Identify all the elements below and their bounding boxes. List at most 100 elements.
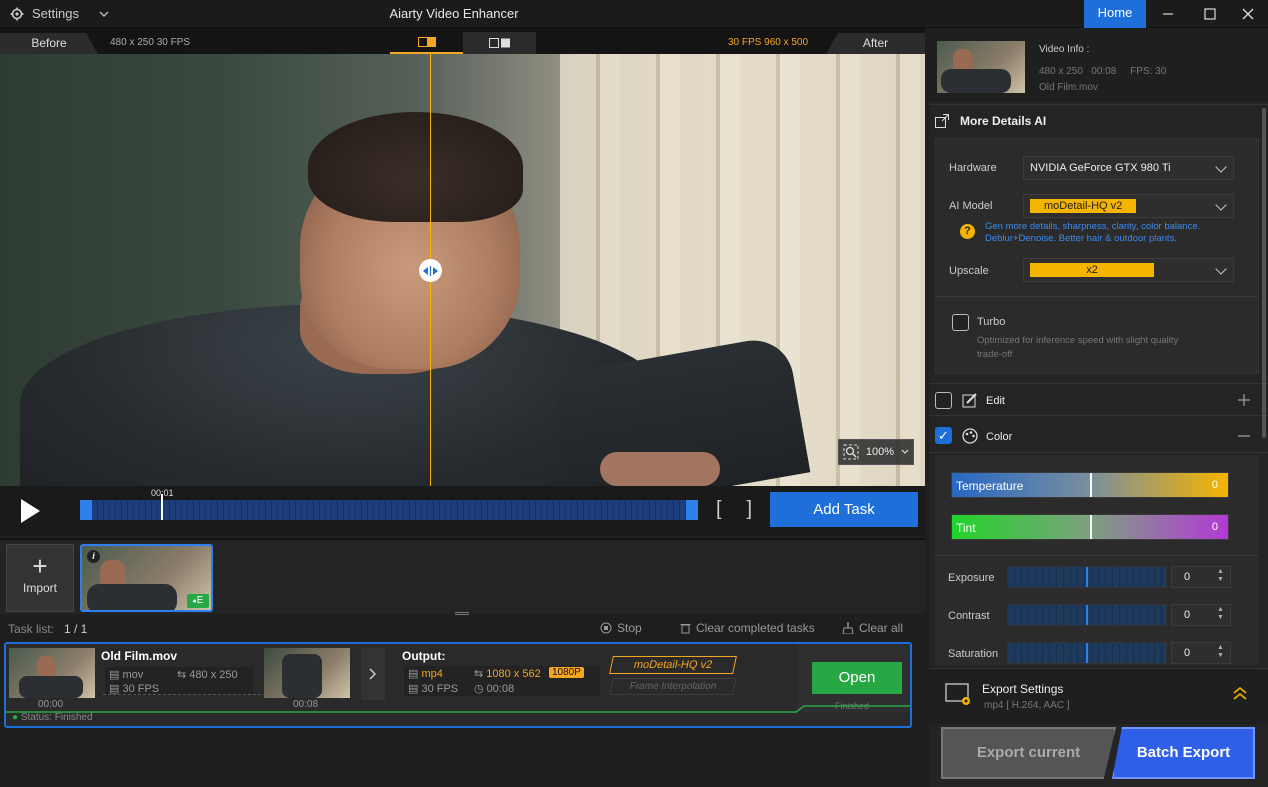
zoom-value: 100% <box>865 446 895 458</box>
enhanced-badge: ●E <box>187 594 209 608</box>
export-settings-section[interactable]: Export Settings mp4 [ H.264, AAC ] <box>929 668 1268 724</box>
preview-subject-hair <box>308 112 523 222</box>
saturation-value: 0 <box>1184 647 1191 659</box>
side-by-side-view-button[interactable] <box>463 32 536 54</box>
close-button[interactable] <box>1228 0 1268 28</box>
maximize-button[interactable] <box>1190 0 1230 28</box>
split-view-icon <box>417 37 436 47</box>
import-label: Import <box>22 581 57 595</box>
temperature-thumb[interactable] <box>1090 473 1092 497</box>
before-label: Before <box>0 33 98 54</box>
task-filename: Old Film.mov <box>101 649 178 663</box>
video-preview[interactable]: 100% <box>0 54 925 486</box>
split-view-button[interactable] <box>390 32 463 54</box>
stop-icon <box>600 622 612 634</box>
minimize-button[interactable] <box>1148 0 1188 28</box>
trim-start-handle[interactable] <box>80 500 92 520</box>
chevron-down-icon <box>901 449 909 454</box>
side-by-side-icon <box>488 38 510 48</box>
video-info-filename: Old Film.mov <box>1039 82 1098 93</box>
input-format-value: mov <box>122 669 144 681</box>
set-out-point-button[interactable]: ] <box>746 498 752 522</box>
after-info: 30 FPS 960 x 500 <box>728 37 809 48</box>
color-divider <box>935 555 1259 556</box>
upscale-value: x2 <box>1030 263 1154 277</box>
output-fps: ▤ 30 FPS <box>408 682 458 695</box>
media-thumbnail[interactable]: i ●E <box>80 544 213 612</box>
turbo-description: Optimized for inference speed with sligh… <box>977 334 1247 362</box>
set-in-point-button[interactable]: [ <box>716 498 722 522</box>
minus-icon[interactable] <box>1238 434 1250 438</box>
open-button[interactable]: Open <box>812 662 902 694</box>
output-resolution-value: 1080 x 562 <box>486 668 541 680</box>
contrast-slider[interactable] <box>1007 604 1167 626</box>
edit-section-header[interactable]: Edit <box>929 383 1268 416</box>
exposure-stepper-icon[interactable]: ▲ ▼ <box>1217 568 1224 584</box>
color-section-header[interactable]: ✓ Color <box>929 419 1268 453</box>
contrast-stepper-icon[interactable]: ▲ ▼ <box>1217 606 1224 622</box>
saturation-thumb[interactable] <box>1086 643 1088 663</box>
import-button[interactable]: + Import <box>6 544 74 612</box>
ai-model-dropdown[interactable]: moDetail-HQ v2 <box>1023 194 1234 218</box>
temperature-label: Temperature <box>956 479 1024 493</box>
turbo-checkbox[interactable] <box>952 314 969 331</box>
resize-grip-icon[interactable] <box>455 612 469 615</box>
output-duration-value: 00:08 <box>486 683 515 695</box>
saturation-stepper-icon[interactable]: ▲ ▼ <box>1217 644 1224 660</box>
ai-model-label: AI Model <box>949 200 993 212</box>
export-current-button[interactable]: Export current <box>941 727 1116 779</box>
stop-label: Stop <box>617 621 642 635</box>
stop-button[interactable]: Stop <box>600 621 642 635</box>
plus-icon[interactable] <box>1238 394 1250 406</box>
split-handle[interactable] <box>419 259 442 282</box>
upscale-dropdown[interactable]: x2 <box>1023 258 1234 282</box>
clear-all-button[interactable]: Clear all <box>842 621 903 635</box>
tint-thumb[interactable] <box>1090 515 1092 539</box>
zoom-control[interactable]: 100% <box>838 439 914 465</box>
film-icon: ▤ <box>408 668 422 680</box>
clock-icon: ◷ <box>474 683 487 695</box>
contrast-thumb[interactable] <box>1086 605 1088 625</box>
edit-checkbox[interactable] <box>935 392 952 409</box>
output-quality-badge: 1080P <box>549 667 584 678</box>
edit-label: Edit <box>986 395 1005 407</box>
saturation-slider[interactable] <box>1007 642 1167 664</box>
ai-model-desc-line-2: Deblur+Denoise. Better hair & outdoor pl… <box>985 233 1177 244</box>
close-icon <box>1242 8 1254 20</box>
output-format-value: mp4 <box>421 668 443 680</box>
playhead[interactable] <box>161 494 163 520</box>
hardware-dropdown[interactable]: NVIDIA GeForce GTX 980 Ti <box>1023 156 1234 180</box>
input-resolution-value: 480 x 250 <box>189 669 238 681</box>
temperature-slider[interactable]: Temperature 0 <box>951 472 1229 498</box>
add-task-button[interactable]: Add Task <box>770 492 918 527</box>
temperature-value: 0 <box>1211 479 1218 491</box>
exposure-slider[interactable] <box>1007 566 1167 588</box>
compare-bar: Before 480 x 250 30 FPS 30 FPS 960 x 500… <box>0 28 925 54</box>
double-chevron-up-icon[interactable] <box>1233 687 1247 701</box>
play-button[interactable] <box>10 494 50 528</box>
color-checkbox[interactable]: ✓ <box>935 427 952 444</box>
chevron-down-icon <box>1215 263 1227 275</box>
before-info: 480 x 250 30 FPS <box>110 37 191 48</box>
info-badge-icon[interactable]: i <box>87 550 100 563</box>
frame-interpolation-tag: Frame Interpolation <box>609 678 737 695</box>
exposure-label: Exposure <box>948 572 995 584</box>
film-icon: ▤ <box>408 683 422 695</box>
batch-export-button[interactable]: Batch Export <box>1112 727 1255 779</box>
panel-scrollbar[interactable] <box>1262 108 1266 438</box>
help-icon[interactable]: ? <box>960 224 975 239</box>
tint-slider[interactable]: Tint 0 <box>951 514 1229 540</box>
video-info-title: Video Info : <box>1039 44 1090 55</box>
output-fps-value: 30 FPS <box>421 683 459 695</box>
clear-completed-button[interactable]: Clear completed tasks <box>680 621 815 635</box>
trim-end-handle[interactable] <box>686 500 698 520</box>
exposure-thumb[interactable] <box>1086 567 1088 587</box>
plus-icon: + <box>32 551 48 581</box>
ai-section-title: More Details AI <box>960 114 1047 128</box>
minimize-icon <box>1163 13 1173 15</box>
turbo-label: Turbo <box>977 316 1006 328</box>
timeline-track[interactable] <box>80 500 698 520</box>
home-button[interactable]: Home <box>1084 0 1146 28</box>
hardware-value: NVIDIA GeForce GTX 980 Ti <box>1030 162 1171 174</box>
task-row[interactable]: 00:00 Old Film.mov ▤ mov ⇆ 480 x 250 ▤ 3… <box>4 642 912 728</box>
